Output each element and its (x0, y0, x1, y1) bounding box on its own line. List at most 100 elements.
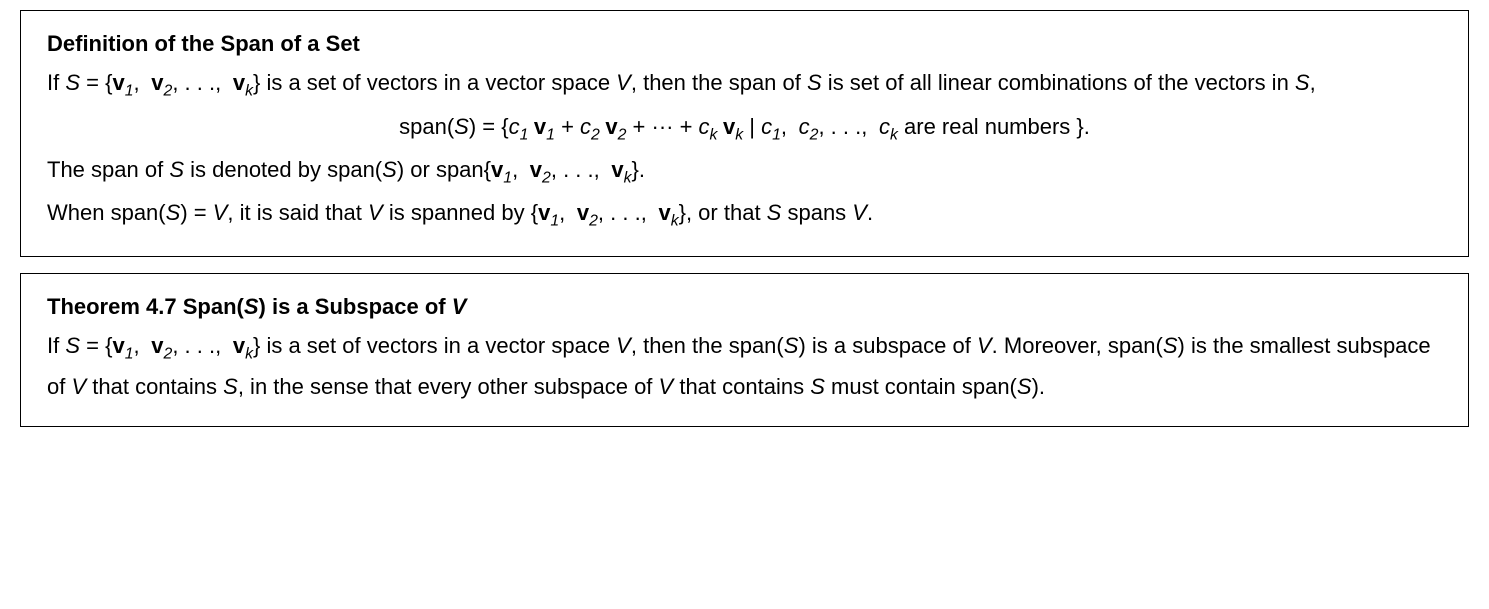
text: , . . ., (172, 70, 227, 95)
var-S: S (223, 374, 238, 399)
vec-vk: v (233, 333, 245, 358)
text: that contains (86, 374, 223, 399)
var-c1: c (761, 114, 772, 139)
var-V: V (852, 200, 867, 225)
text: that contains (673, 374, 810, 399)
var-S: S (65, 333, 80, 358)
text: , (781, 114, 793, 139)
text: , it is said that (227, 200, 368, 225)
text: , (134, 70, 146, 95)
text: If (47, 333, 65, 358)
var-S: S (810, 374, 825, 399)
sub: k (710, 126, 718, 143)
text: ) = { (469, 114, 509, 139)
sub: k (671, 213, 679, 230)
vec-v1: v (112, 333, 124, 358)
sub: 1 (520, 126, 529, 143)
sub: 1 (125, 83, 134, 100)
var-ck: c (879, 114, 890, 139)
var-S: S (166, 200, 181, 225)
theorem-paragraph: If S = {v1, v2, . . ., vk} is a set of v… (47, 327, 1442, 406)
text: ) is a subspace of (798, 333, 977, 358)
sub: 2 (164, 345, 173, 362)
vec-v1: v (538, 200, 550, 225)
var-V: V (71, 374, 86, 399)
vec-vk: v (658, 200, 670, 225)
text: , . . ., (551, 157, 606, 182)
text: , then the span of (631, 70, 807, 95)
text: } is a set of vectors in a vector space (253, 333, 616, 358)
var-S: S (767, 200, 782, 225)
sub: k (245, 83, 253, 100)
text: are real numbers }. (898, 114, 1090, 139)
definition-paragraph-3: When span(S) = V, it is said that V is s… (47, 194, 1442, 235)
sub: 2 (589, 213, 598, 230)
vec-vk: v (723, 114, 735, 139)
sub: 2 (542, 169, 551, 186)
sub: 1 (546, 126, 555, 143)
text: , . . ., (818, 114, 873, 139)
definition-title: Definition of the Span of a Set (47, 25, 1442, 62)
text: ) or span{ (397, 157, 491, 182)
var-S: S (1017, 374, 1032, 399)
text: ) is a Subspace of (259, 294, 452, 319)
var-c2: c (580, 114, 591, 139)
theorem-box: Theorem 4.7 Span(S) is a Subspace of V I… (20, 273, 1469, 427)
text: is set of all linear combinations of the… (822, 70, 1295, 95)
vec-vk: v (611, 157, 623, 182)
var-V: V (452, 294, 467, 319)
var-S: S (1163, 333, 1178, 358)
text: = { (80, 333, 112, 358)
text: ). (1032, 374, 1045, 399)
sub: k (245, 345, 253, 362)
text: + (555, 114, 580, 139)
vec-v2: v (577, 200, 589, 225)
definition-paragraph-2: The span of S is denoted by span(S) or s… (47, 151, 1442, 192)
text: span( (399, 114, 454, 139)
vec-v1: v (534, 114, 546, 139)
vec-v1: v (491, 157, 503, 182)
text: , (134, 333, 146, 358)
text: . Moreover, span( (992, 333, 1163, 358)
sub: k (735, 126, 743, 143)
vec-v2: v (151, 333, 163, 358)
vec-v2: v (530, 157, 542, 182)
sub: 1 (503, 169, 512, 186)
sub: 2 (164, 83, 173, 100)
sub: 1 (772, 126, 781, 143)
var-V: V (616, 70, 631, 95)
text: The span of (47, 157, 169, 182)
var-S: S (169, 157, 184, 182)
text: }, or that (679, 200, 767, 225)
text: , (512, 157, 524, 182)
var-ck: c (699, 114, 710, 139)
definition-equation: span(S) = {c1v1 + c2v2 + ··· + ckvk | c1… (47, 108, 1442, 149)
definition-box: Definition of the Span of a Set If S = {… (20, 10, 1469, 257)
text: = { (80, 70, 112, 95)
text: If (47, 70, 65, 95)
text: , (559, 200, 571, 225)
text: }. (632, 157, 645, 182)
theorem-title: Theorem 4.7 Span(S) is a Subspace of V (47, 288, 1442, 325)
text: is spanned by { (383, 200, 538, 225)
text: When span( (47, 200, 166, 225)
var-c2: c (799, 114, 810, 139)
text: is denoted by span( (184, 157, 382, 182)
text: ) = (180, 200, 212, 225)
vec-vk: v (233, 70, 245, 95)
text: | (743, 114, 761, 139)
var-S: S (807, 70, 822, 95)
var-S: S (784, 333, 799, 358)
var-V: V (977, 333, 992, 358)
sub: k (890, 126, 898, 143)
sub: k (624, 169, 632, 186)
sub: 1 (125, 345, 134, 362)
text: spans (781, 200, 852, 225)
vec-v1: v (112, 70, 124, 95)
definition-paragraph-1: If S = {v1, v2, . . ., vk} is a set of v… (47, 64, 1442, 105)
var-V: V (213, 200, 228, 225)
var-V: V (616, 333, 631, 358)
text: Theorem 4.7 Span( (47, 294, 244, 319)
var-S: S (382, 157, 397, 182)
text: , (1310, 70, 1316, 95)
